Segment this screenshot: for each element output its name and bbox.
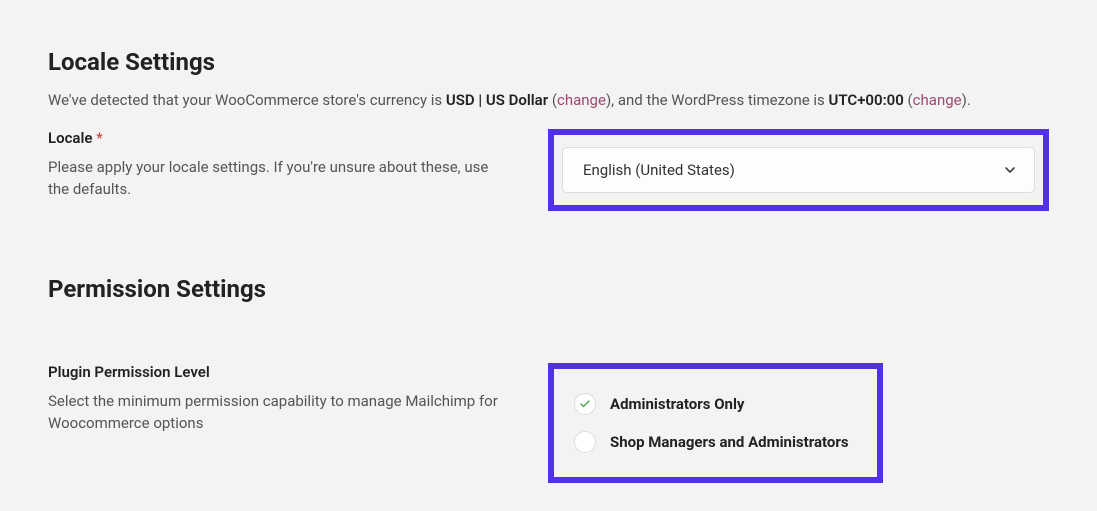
permission-settings-title: Permission Settings: [48, 275, 1049, 303]
change-timezone-link[interactable]: change: [913, 91, 962, 109]
change-currency-link[interactable]: change: [557, 91, 606, 109]
permission-option-shop-managers[interactable]: Shop Managers and Administrators: [574, 423, 849, 461]
permission-settings-section: Permission Settings Plugin Permission Le…: [48, 275, 1049, 483]
locale-select-highlight: English (United States): [548, 129, 1049, 211]
locale-settings-section: Locale Settings We've detected that your…: [48, 48, 1049, 211]
locale-settings-description: We've detected that your WooCommerce sto…: [48, 90, 1049, 111]
permission-option-label: Shop Managers and Administrators: [610, 433, 849, 451]
required-asterisk: *: [96, 129, 102, 147]
locale-settings-title: Locale Settings: [48, 48, 1049, 76]
detected-currency: USD | US Dollar: [446, 91, 548, 109]
permission-option-admins-only[interactable]: Administrators Only: [574, 385, 849, 423]
detected-timezone: UTC+00:00: [829, 91, 904, 109]
radio-unchecked-icon: [574, 431, 596, 453]
permission-options-highlight: Administrators Only Shop Managers and Ad…: [548, 363, 883, 483]
radio-checked-icon: [574, 393, 596, 415]
locale-field-help: Please apply your locale settings. If yo…: [48, 157, 508, 201]
locale-select[interactable]: English (United States): [562, 147, 1035, 193]
plugin-permission-help: Select the minimum permission capability…: [48, 391, 508, 435]
locale-field-label: Locale *: [48, 129, 508, 147]
locale-select-value: English (United States): [583, 161, 735, 179]
chevron-down-icon: [1002, 162, 1018, 178]
plugin-permission-label: Plugin Permission Level: [48, 363, 508, 381]
permission-option-label: Administrators Only: [610, 395, 744, 413]
